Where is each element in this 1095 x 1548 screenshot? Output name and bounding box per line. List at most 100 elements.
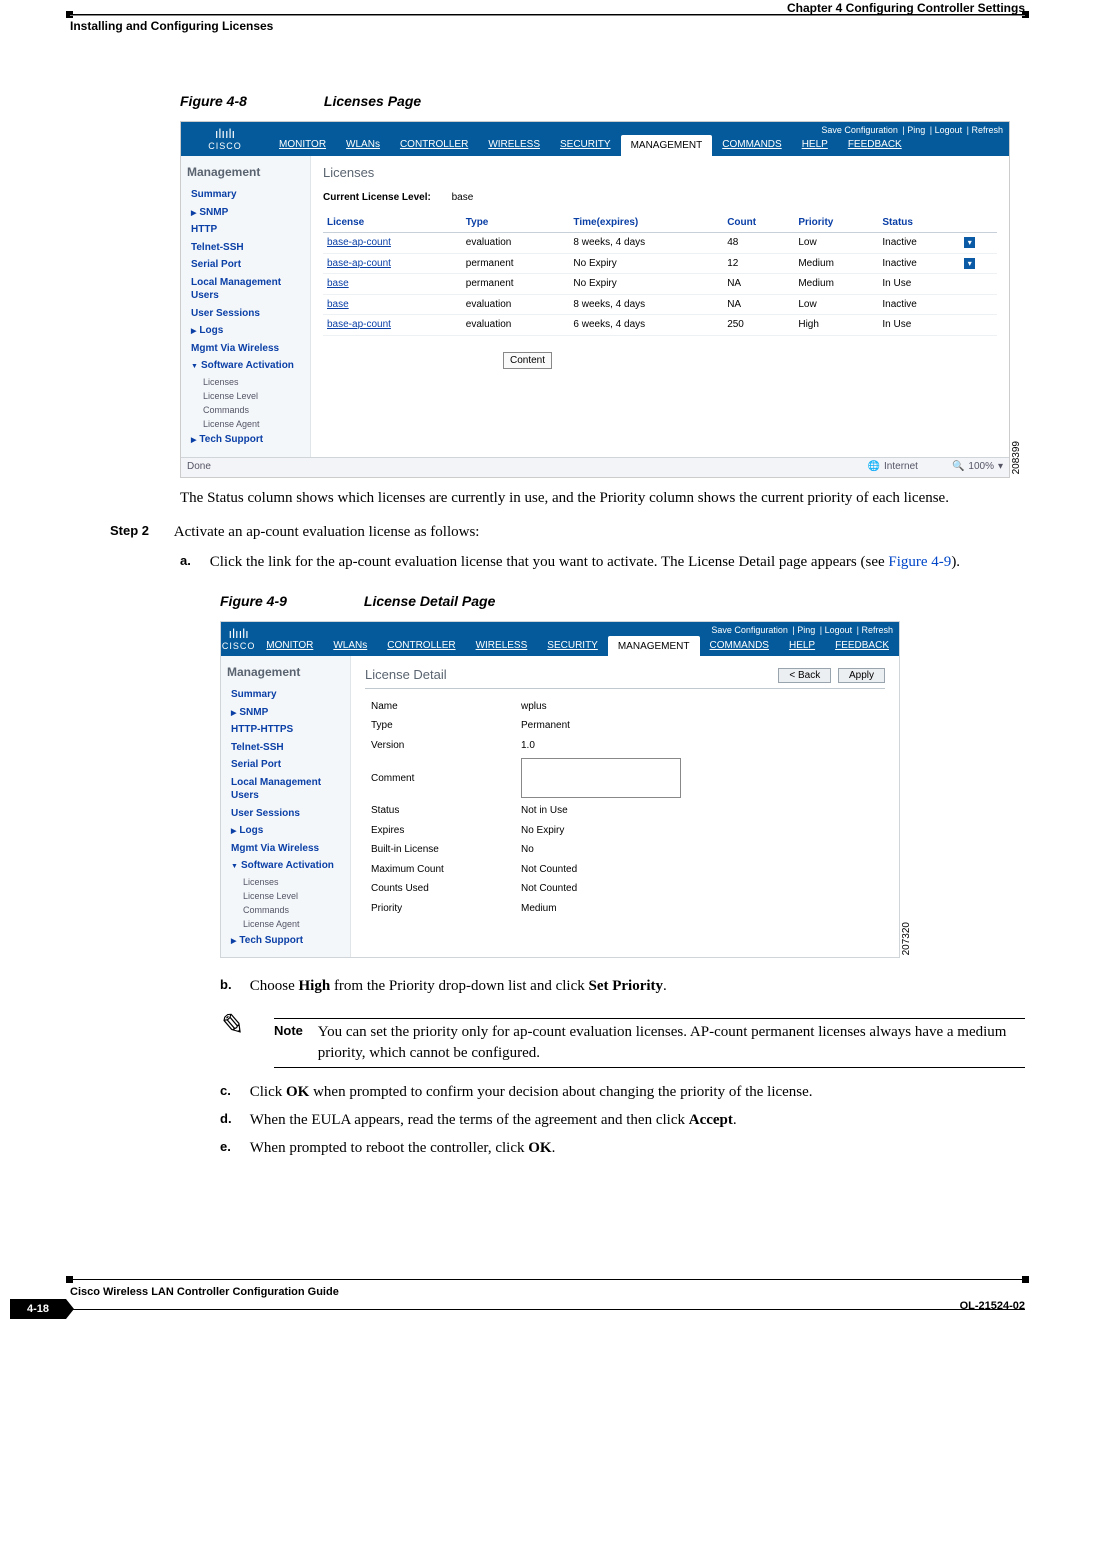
top-link-refresh[interactable]: | Refresh [964, 125, 1003, 135]
row-action[interactable]: ▾ [960, 253, 997, 274]
footer-guide: Cisco Wireless LAN Controller Configurat… [70, 1285, 339, 1300]
sidenav-item-software-activation[interactable]: Software Activation [227, 857, 344, 875]
top-link-save-configuration[interactable]: Save Configuration [711, 625, 788, 635]
figure-4-9-caption: Figure 4-9 License Detail Page [220, 592, 1025, 611]
comment-textarea[interactable] [521, 758, 681, 798]
license-link[interactable]: base [323, 294, 462, 315]
cell-count: NA [723, 274, 794, 295]
sidenav-item-logs[interactable]: Logs [227, 822, 344, 840]
sidenav-sub-commands[interactable]: Commands [227, 903, 344, 917]
detail-value[interactable] [515, 755, 687, 801]
top-links: Save Configuration | Ping | Logout | Ref… [819, 124, 1003, 136]
sidenav-item-serial-port[interactable]: Serial Port [187, 256, 304, 274]
sidenav-item-logs[interactable]: Logs [187, 322, 304, 340]
nav-tab-monitor[interactable]: MONITOR [269, 134, 336, 156]
sidenav-item-tech-support[interactable]: Tech Support [227, 932, 344, 950]
top-link-save-configuration[interactable]: Save Configuration [821, 125, 898, 135]
figure-4-8-id: 208399 [1010, 441, 1024, 474]
top-link-logout[interactable]: | Logout [927, 125, 962, 135]
nav-tab-security[interactable]: SECURITY [537, 635, 608, 657]
status-internet: Internet [884, 460, 918, 474]
table-row: base-ap-countpermanentNo Expiry12MediumI… [323, 253, 997, 274]
sidenav-sub-commands[interactable]: Commands [187, 403, 304, 417]
sidenav-sub-licenses[interactable]: Licenses [187, 375, 304, 389]
top-link-refresh[interactable]: | Refresh [854, 625, 893, 635]
sidenav-item-user-sessions[interactable]: User Sessions [227, 805, 344, 823]
note-pencil-icon: ✎ [217, 1006, 248, 1047]
nav-tab-commands[interactable]: COMMANDS [712, 134, 791, 156]
nav-tab-controller[interactable]: CONTROLLER [390, 134, 478, 156]
sidenav-sub-license-level[interactable]: License Level [187, 389, 304, 403]
sidenav-item-user-sessions[interactable]: User Sessions [187, 305, 304, 323]
nav-tab-help[interactable]: HELP [779, 635, 825, 657]
table-row: basepermanentNo ExpiryNAMediumIn Use [323, 274, 997, 295]
sidenav-item-mgmt-via-wireless[interactable]: Mgmt Via Wireless [187, 340, 304, 358]
zoom-dropdown-icon[interactable]: ▾ [998, 460, 1003, 474]
dropdown-icon[interactable]: ▾ [964, 237, 975, 248]
sidenav-item-tech-support[interactable]: Tech Support [187, 431, 304, 449]
license-link[interactable]: base-ap-count [323, 233, 462, 254]
nav-tab-controller[interactable]: CONTROLLER [377, 635, 465, 657]
sidenav-item-http-https[interactable]: HTTP-HTTPS [227, 721, 344, 739]
sidenav-item-snmp[interactable]: SNMP [187, 204, 304, 222]
sub-d-post: . [733, 1112, 737, 1128]
xref-figure-4-9[interactable]: Figure 4-9 [888, 554, 951, 570]
sidenav-item-telnet-ssh[interactable]: Telnet-SSH [227, 739, 344, 757]
sidenav-item-local-management-users[interactable]: Local Management Users [227, 774, 344, 805]
nav-tab-wireless[interactable]: WIRELESS [466, 635, 538, 657]
nav-tab-wireless[interactable]: WIRELESS [478, 134, 550, 156]
license-link[interactable]: base [323, 274, 462, 295]
sidenav-sub-license-level[interactable]: License Level [227, 889, 344, 903]
row-action[interactable]: ▾ [960, 233, 997, 254]
back-button[interactable]: < Back [778, 668, 831, 683]
nav-tab-management[interactable]: MANAGEMENT [621, 135, 713, 157]
detail-value: Not in Use [515, 801, 687, 821]
sidenav-item-telnet-ssh[interactable]: Telnet-SSH [187, 239, 304, 257]
detail-value: Not Counted [515, 879, 687, 899]
dropdown-icon[interactable]: ▾ [964, 258, 975, 269]
nav-tab-help[interactable]: HELP [792, 134, 838, 156]
nav-tab-management[interactable]: MANAGEMENT [608, 636, 700, 658]
sidenav: Management SummarySNMPHTTPTelnet-SSHSeri… [181, 156, 311, 457]
detail-row: Namewplus [365, 697, 687, 717]
detail-value: No [515, 840, 687, 860]
sidenav-item-snmp[interactable]: SNMP [227, 704, 344, 722]
figure-4-9-id: 207320 [900, 922, 914, 955]
license-link[interactable]: base-ap-count [323, 315, 462, 336]
sidenav-sub-license-agent[interactable]: License Agent [227, 917, 344, 931]
top-link-ping[interactable]: | Ping [900, 125, 925, 135]
sidenav-item-mgmt-via-wireless[interactable]: Mgmt Via Wireless [227, 840, 344, 858]
detail-value: 1.0 [515, 736, 687, 756]
content-button[interactable]: Content [503, 352, 552, 370]
figure-4-9-screenshot: CISCO MONITORWLANsCONTROLLERWIRELESSSECU… [220, 621, 900, 958]
nav-tab-commands[interactable]: COMMANDS [700, 635, 779, 657]
cell-time: No Expiry [569, 274, 723, 295]
sidenav-item-summary[interactable]: Summary [187, 186, 304, 204]
apply-button[interactable]: Apply [838, 668, 885, 683]
top-link-logout[interactable]: | Logout [817, 625, 852, 635]
nav-tabs-49: MONITORWLANsCONTROLLERWIRELESSSECURITYMA… [256, 635, 899, 657]
sidenav-item-http[interactable]: HTTP [187, 221, 304, 239]
nav-tab-security[interactable]: SECURITY [550, 134, 621, 156]
sidenav-item-local-management-users[interactable]: Local Management Users [187, 274, 304, 305]
col-license: License [323, 213, 462, 233]
status-done: Done [187, 460, 211, 474]
sidenav-sub-license-agent[interactable]: License Agent [187, 417, 304, 431]
detail-label: Name [365, 697, 515, 717]
step-2: Step 2 Activate an ap-count evaluation l… [110, 522, 1025, 542]
nav-tab-wlans[interactable]: WLANs [323, 635, 377, 657]
nav-tab-feedback[interactable]: FEEDBACK [825, 635, 899, 657]
sidenav-item-serial-port[interactable]: Serial Port [227, 756, 344, 774]
license-link[interactable]: base-ap-count [323, 253, 462, 274]
cell-type: evaluation [462, 294, 570, 315]
top-link-ping[interactable]: | Ping [790, 625, 815, 635]
sidenav-item-summary[interactable]: Summary [227, 686, 344, 704]
nav-tab-monitor[interactable]: MONITOR [256, 635, 323, 657]
sidenav-item-software-activation[interactable]: Software Activation [187, 357, 304, 375]
main-pane: Licenses Current License Level: base Lic… [311, 156, 1009, 457]
figure-4-9-title: License Detail Page [364, 593, 496, 609]
sidenav-sub-licenses[interactable]: Licenses [227, 875, 344, 889]
cll-label: Current License Level: [323, 192, 431, 203]
nav-tab-wlans[interactable]: WLANs [336, 134, 390, 156]
nav-tab-feedback[interactable]: FEEDBACK [838, 134, 912, 156]
